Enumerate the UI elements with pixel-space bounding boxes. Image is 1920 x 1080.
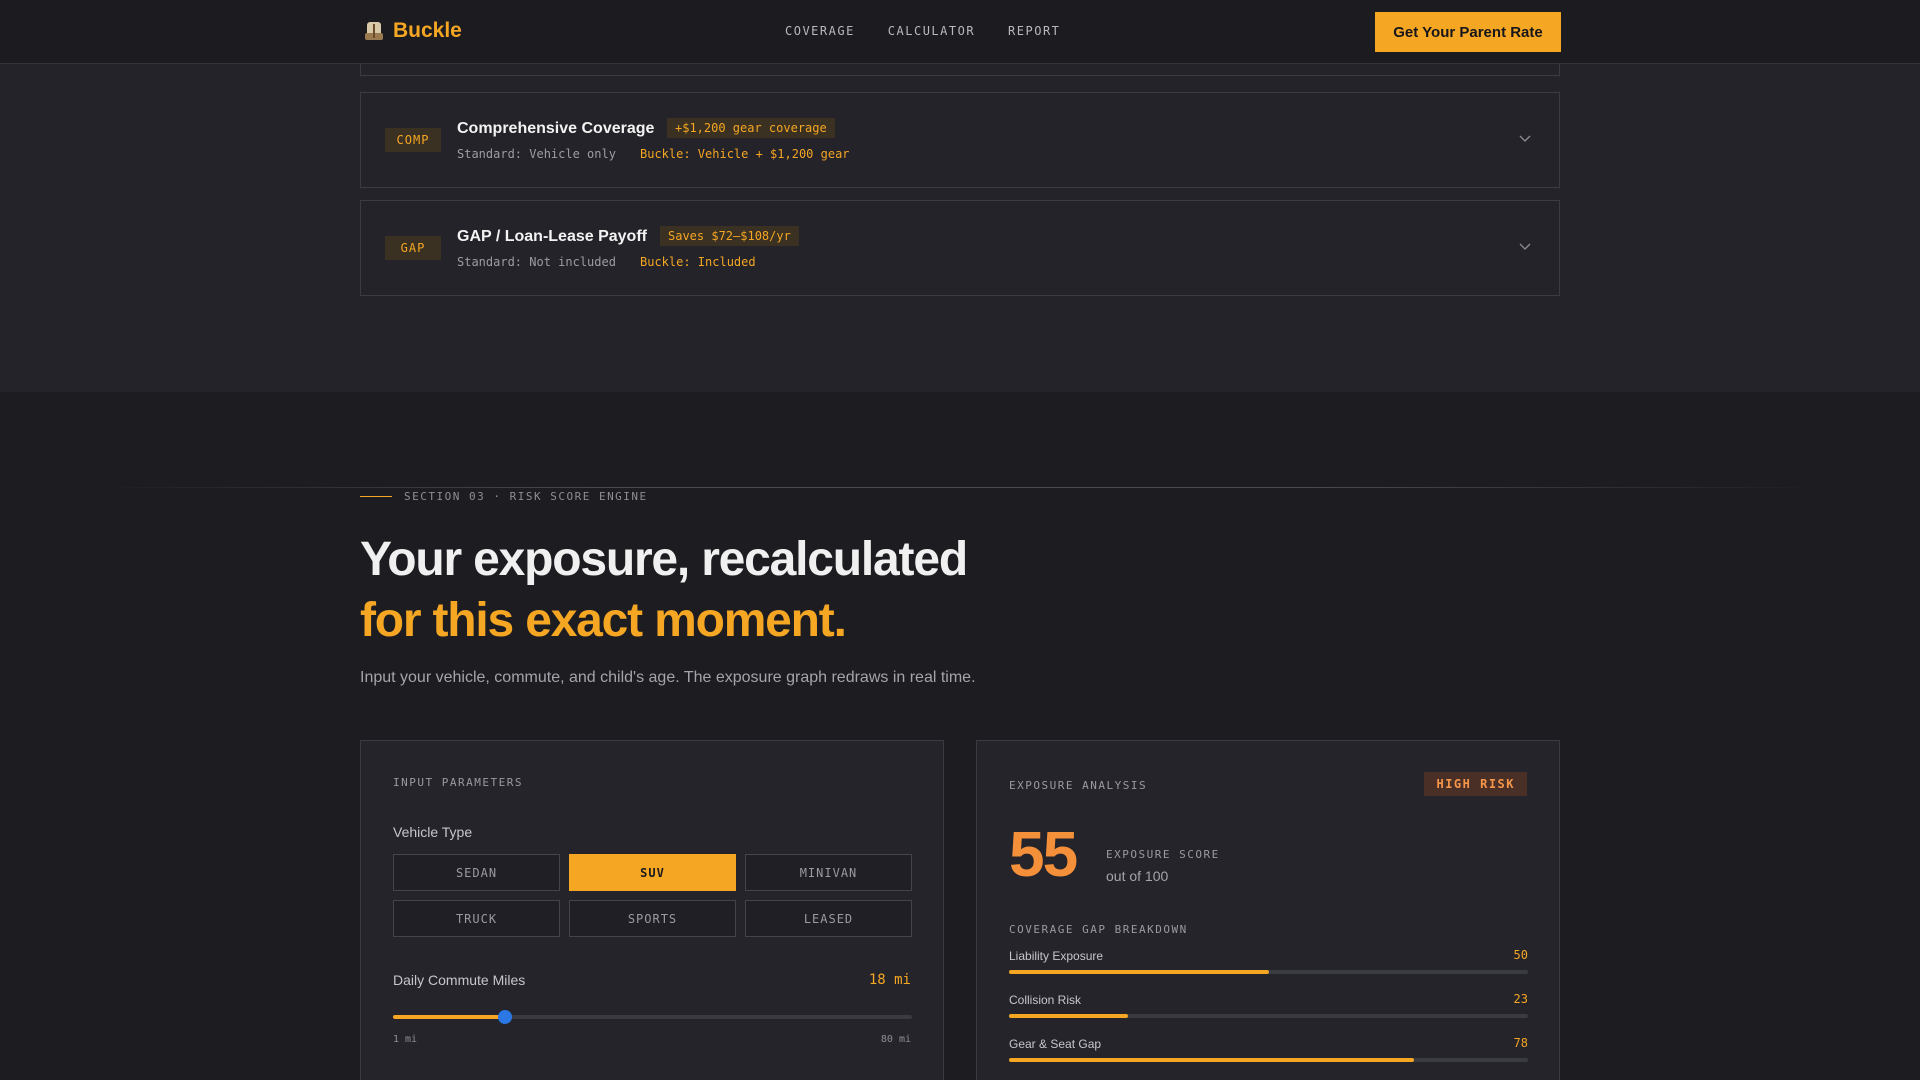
gap-row: Liability Exposure 50 [1009,948,1528,979]
get-parent-rate-button[interactable]: Get Your Parent Rate [1375,12,1561,52]
commute-slider[interactable] [393,1010,912,1024]
coverage-standard-text: Standard: Vehicle only [457,147,616,161]
coverage-card-gap[interactable]: GAP GAP / Loan-Lease Payoff Saves $72–$1… [360,200,1560,296]
risk-level-badge: HIGH RISK [1424,772,1527,796]
eyebrow-line [360,496,392,497]
coverage-buckle-text: Buckle: Vehicle + $1,200 gear [640,147,850,161]
nav-links: COVERAGE CALCULATOR REPORT [785,24,1060,38]
coverage-title: Comprehensive Coverage [457,120,655,137]
input-parameters-panel: INPUT PARAMETERS Vehicle Type SEDAN SUV MI… [360,740,944,1080]
brand-name: Buckle [393,19,462,42]
gap-bar-track [1009,1014,1528,1018]
coverage-code-badge: COMP [385,128,441,152]
vehicle-option-leased[interactable]: LEASED [745,900,912,937]
commute-slider-thumb[interactable] [497,1010,512,1024]
nav-link-report[interactable]: REPORT [1008,24,1060,38]
section-divider [96,487,1824,488]
vehicle-type-label: Vehicle Type [393,824,473,840]
exposure-score-sub: out of 100 [1106,868,1169,884]
nav-link-calculator[interactable]: CALCULATOR [888,24,975,38]
commute-max-label: 80 mi [880,1034,911,1045]
coverage-buckle-text: Buckle: Included [640,255,756,269]
section-headline: Your exposure, recalculated for this exa… [360,529,968,651]
chevron-down-icon[interactable] [1519,240,1531,252]
gap-bar-track [1009,1058,1528,1062]
vehicle-option-sports[interactable]: SPORTS [569,900,736,937]
coverage-card-comprehensive[interactable]: COMP Comprehensive Coverage +$1,200 gear… [360,92,1560,188]
exposure-panel-label: EXPOSURE ANALYSIS [1009,779,1148,792]
gap-row: Collision Risk 23 [1009,992,1528,1023]
gap-name: Liability Exposure [1009,949,1104,963]
exposure-score-label: EXPOSURE SCORE [1106,848,1220,861]
section-subhead: Input your vehicle, commute, and child's… [360,669,976,686]
gap-value: 50 [1513,948,1528,962]
gap-name: Collision Risk [1009,993,1082,1007]
chevron-down-icon[interactable] [1519,132,1531,144]
coverage-pill: +$1,200 gear coverage [667,118,835,138]
coverage-title: GAP / Loan-Lease Payoff [457,228,647,245]
eyebrow-text: SECTION 03 · RISK SCORE ENGINE [404,490,648,503]
gap-breakdown-label: COVERAGE GAP BREAKDOWN [1009,923,1188,936]
vehicle-option-truck[interactable]: TRUCK [393,900,560,937]
gap-bar-fill [1009,1014,1129,1018]
headline-line-2: for this exact moment. [360,594,847,647]
input-panel-label: INPUT PARAMETERS [393,776,523,789]
gap-bar-fill [1009,970,1269,974]
vehicle-option-suv[interactable]: SUV [569,854,736,891]
exposure-score: 55 [1009,818,1078,890]
exposure-analysis-panel: EXPOSURE ANALYSIS HIGH RISK 55 EXPOSURE … [976,740,1560,1080]
gap-name: Gear & Seat Gap [1009,1037,1102,1051]
coverage-pill: Saves $72–$108/yr [660,226,799,246]
gap-value: 23 [1513,992,1528,1006]
commute-label: Daily Commute Miles [393,972,526,988]
commute-slider-fill [393,1015,505,1019]
vehicle-option-minivan[interactable]: MINIVAN [745,854,912,891]
coverage-section: COMP Comprehensive Coverage +$1,200 gear… [0,60,1920,392]
brand-logo[interactable]: Buckle [365,19,462,43]
headline-line-1: Your exposure, recalculated [360,533,968,586]
commute-value: 18 mi [868,972,911,988]
car-seat-icon [365,21,383,41]
coverage-code-badge: GAP [385,236,441,260]
vehicle-type-options: SEDAN SUV MINIVAN TRUCK SPORTS LEASED [393,854,912,937]
gap-row: Gear & Seat Gap 78 [1009,1036,1528,1067]
gap-bar-track [1009,970,1528,974]
gap-bar-fill [1009,1058,1414,1062]
gap-value: 78 [1513,1036,1528,1050]
section-eyebrow: SECTION 03 · RISK SCORE ENGINE [360,490,648,503]
coverage-standard-text: Standard: Not included [457,255,616,269]
commute-min-label: 1 mi [393,1034,418,1045]
top-nav: Buckle COVERAGE CALCULATOR REPORT Get Yo… [0,0,1920,64]
nav-link-coverage[interactable]: COVERAGE [785,24,855,38]
vehicle-option-sedan[interactable]: SEDAN [393,854,560,891]
